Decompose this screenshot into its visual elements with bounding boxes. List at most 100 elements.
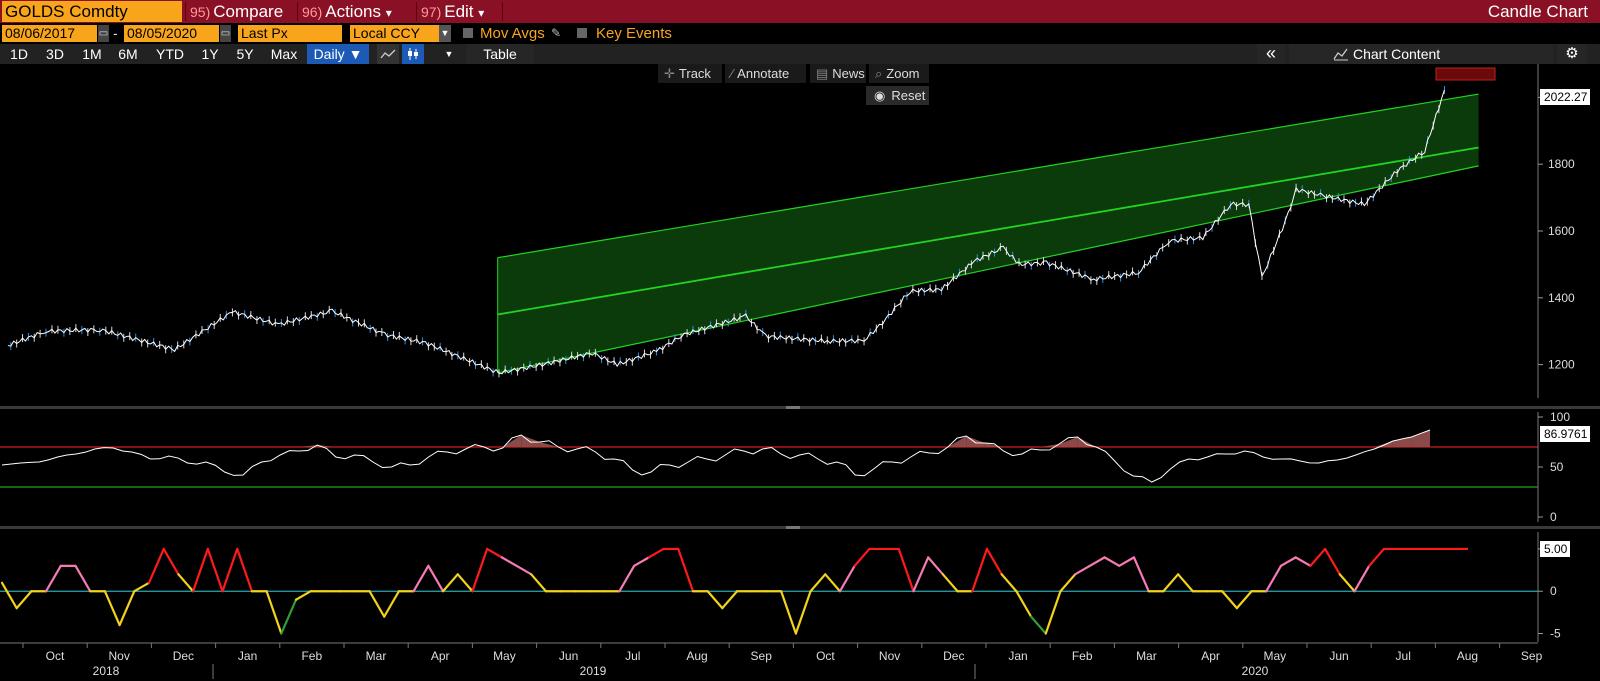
end-date-field[interactable]: 08/05/2020 xyxy=(124,25,219,42)
indicator-segment xyxy=(1368,547,1385,567)
x-month-label: Apr xyxy=(1201,649,1220,663)
actions-label: Actions xyxy=(325,2,381,21)
indicator-segment xyxy=(647,547,665,559)
divider xyxy=(185,2,186,21)
indicator-segment xyxy=(368,590,386,618)
divider xyxy=(297,2,298,21)
indicator-segment xyxy=(971,547,989,593)
indicator-segment xyxy=(45,564,62,593)
currency-select[interactable]: Local CCY xyxy=(350,25,439,42)
indicator-segment xyxy=(927,556,944,576)
indicator-segment xyxy=(177,573,195,593)
x-axis: Oct Nov Dec Jan Feb Mar Apr May Jun Jul Aug Sep Oct N… xyxy=(0,642,1543,679)
x-month-label: Aug xyxy=(1457,649,1478,663)
table-button[interactable]: Table xyxy=(466,44,534,64)
line-chart-icon[interactable] xyxy=(377,44,399,64)
indicator-segment xyxy=(383,590,401,618)
chevron-down-icon: ▾ xyxy=(478,6,485,20)
date-separator: - xyxy=(113,25,118,41)
period-5y[interactable]: 5Y xyxy=(230,44,260,64)
actions-number: 96) xyxy=(302,4,323,20)
indicator-segment xyxy=(103,590,121,627)
indicator-segment xyxy=(118,590,136,627)
indicator-segment xyxy=(1265,564,1283,593)
start-date-field[interactable]: 08/06/2017 xyxy=(2,25,97,42)
indicator-segment xyxy=(706,590,724,610)
price-panel: 12001400160018002000 xyxy=(0,64,1600,409)
actions-button[interactable]: 96) Actions ▾ xyxy=(302,0,392,23)
calendar-icon[interactable]: ▭ xyxy=(98,25,109,42)
mov-avgs-checkbox[interactable] xyxy=(463,28,473,38)
key-events-label[interactable]: Key Events xyxy=(596,24,672,43)
mov-avgs-label[interactable]: Mov Avgs xyxy=(480,24,545,43)
chevron-down-icon[interactable]: ▼ xyxy=(436,44,462,64)
indicator-segment xyxy=(486,547,503,559)
indicator-segment xyxy=(456,573,474,593)
rsi-last-value-tag: 86.9761 xyxy=(1540,426,1591,442)
gear-icon[interactable]: ⚙ xyxy=(1557,44,1587,64)
rsi-overbought-area xyxy=(1077,437,1097,447)
frequency-select[interactable]: Daily ▼ xyxy=(307,44,369,64)
price-tick-label: 1200 xyxy=(1548,358,1575,372)
indicator-segment xyxy=(1338,573,1356,593)
indicator-segment xyxy=(471,547,489,593)
x-month-label: Oct xyxy=(816,649,835,663)
indicator-segment xyxy=(500,556,518,567)
candle-chart-icon[interactable] xyxy=(402,44,424,64)
indicator-segment xyxy=(221,547,239,593)
chevron-down-icon[interactable]: ▼ xyxy=(439,25,451,42)
price-field-select[interactable]: Last Px xyxy=(238,25,342,42)
indicator-segment xyxy=(294,590,312,601)
indicator-segment xyxy=(1279,556,1297,567)
price-last-value-tag: 2022.27 xyxy=(1540,89,1591,105)
rsi-overbought-area xyxy=(1411,430,1430,447)
compare-button[interactable]: 95) Compare xyxy=(190,0,283,23)
rsi-overbought-area xyxy=(539,442,559,447)
x-month-label: Sep xyxy=(1521,649,1543,663)
divider xyxy=(416,2,417,21)
period-1y[interactable]: 1Y xyxy=(195,44,225,64)
period-6m[interactable]: 6M xyxy=(113,44,143,64)
period-max[interactable]: Max xyxy=(267,44,301,64)
ticker-field[interactable]: GOLDS Comdty xyxy=(2,1,182,22)
period-3d[interactable]: 3D xyxy=(40,44,70,64)
rsi-tick-label: 100 xyxy=(1550,410,1570,424)
price-tick-label: 1600 xyxy=(1548,224,1575,238)
key-events-checkbox[interactable] xyxy=(577,28,587,38)
indicator-segment xyxy=(1323,547,1341,576)
indicator-segment xyxy=(1221,590,1238,610)
x-month-label: Aug xyxy=(686,649,707,663)
x-year-label: 2019 xyxy=(580,664,607,678)
indicator-segment xyxy=(721,590,739,610)
indicator-segment xyxy=(0,581,18,610)
x-month-label: Jul xyxy=(1396,649,1411,663)
indicator-segment xyxy=(1059,573,1077,593)
x-month-label: Jun xyxy=(559,649,578,663)
indicator-segment xyxy=(265,590,283,635)
period-1m[interactable]: 1M xyxy=(77,44,107,64)
indicator-segment xyxy=(1103,556,1121,567)
edit-button[interactable]: 97) Edit ▾ xyxy=(421,0,484,23)
calendar-icon[interactable]: ▭ xyxy=(220,25,231,42)
indicator-segment xyxy=(1044,590,1062,635)
rsi-tick-label: 50 xyxy=(1550,460,1564,474)
indicator-segment xyxy=(427,564,445,593)
indicator-segment xyxy=(515,564,533,576)
indicator-segment xyxy=(677,547,695,593)
x-month-label: May xyxy=(493,649,516,663)
x-month-label: Dec xyxy=(173,649,194,663)
compare-label: Compare xyxy=(213,2,284,21)
period-1d[interactable]: 1D xyxy=(4,44,34,64)
chevron-down-icon: ▾ xyxy=(385,6,392,20)
indicator-segment xyxy=(985,547,1003,576)
collapse-icon[interactable]: « xyxy=(1257,44,1285,64)
indicator-segment xyxy=(1015,590,1033,618)
period-ytd[interactable]: YTD xyxy=(152,44,188,64)
chart-content-button[interactable]: Chart Content xyxy=(1289,44,1553,64)
indicator-segment xyxy=(192,547,209,593)
x-month-label: Jun xyxy=(1329,649,1348,663)
x-year-label: 2020 xyxy=(1242,664,1269,678)
indicator-segment xyxy=(1353,564,1371,593)
pencil-icon[interactable]: ✎ xyxy=(551,26,565,40)
chart-canvas[interactable]: 12001400160018002000 050100 -505 OctNovD… xyxy=(0,64,1600,681)
